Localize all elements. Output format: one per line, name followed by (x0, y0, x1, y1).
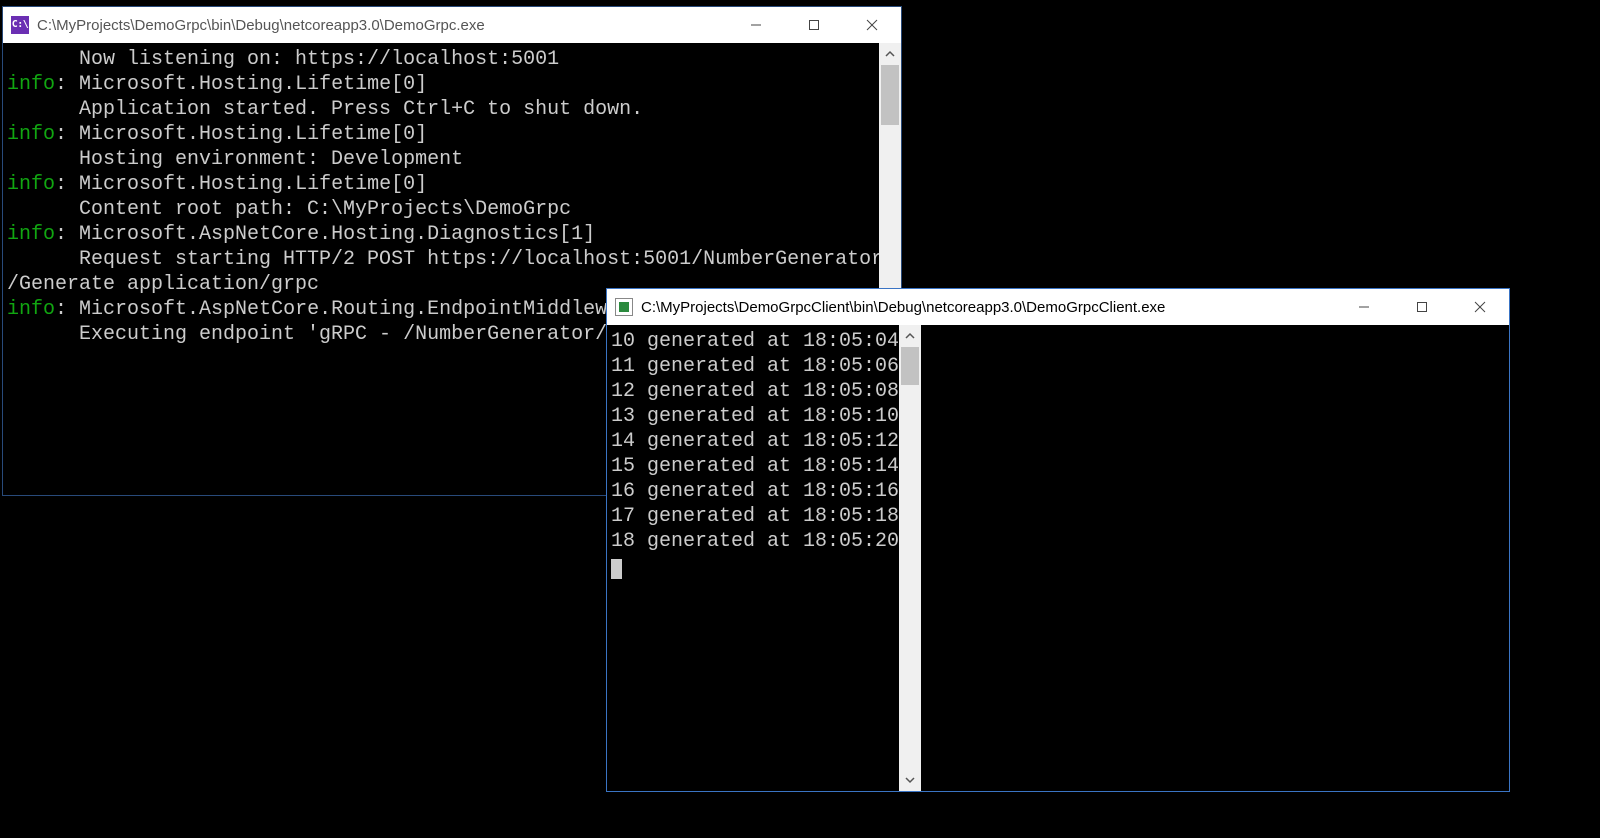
client-console-body: 10 generated at 18:05:0411 generated at … (607, 325, 921, 791)
client-console-output[interactable]: 10 generated at 18:05:0411 generated at … (607, 325, 899, 791)
console-line: Request starting HTTP/2 POST https://loc… (7, 247, 879, 272)
log-level-tag: info (7, 223, 55, 246)
console-text-span: Microsoft.Hosting.Lifetime[0] (67, 123, 427, 146)
console-line: Hosting environment: Development (7, 147, 879, 172)
client-console-window: C:\MyProjects\DemoGrpcClient\bin\Debug\n… (606, 288, 1510, 792)
console-line: Now listening on: https://localhost:5001 (7, 47, 879, 72)
log-level-tag: info (7, 298, 55, 321)
close-button[interactable] (1451, 289, 1509, 325)
console-text-span: Microsoft.Hosting.Lifetime[0] (67, 173, 427, 196)
console-text-span: Microsoft.AspNetCore.Hosting.Diagnostics… (67, 223, 595, 246)
console-line: Content root path: C:\MyProjects\DemoGrp… (7, 197, 879, 222)
console-line: info: Microsoft.Hosting.Lifetime[0] (7, 172, 879, 197)
console-line: Application started. Press Ctrl+C to shu… (7, 97, 879, 122)
console-text-span: Hosting environment: Development (7, 148, 463, 171)
maximize-button[interactable] (1393, 289, 1451, 325)
console-app-icon: C:\ (11, 16, 29, 34)
console-line: 10 generated at 18:05:04 (611, 329, 899, 354)
console-text-span: Microsoft.Hosting.Lifetime[0] (67, 73, 427, 96)
console-line: info: Microsoft.Hosting.Lifetime[0] (7, 122, 879, 147)
console-app-icon (615, 298, 633, 316)
console-line: 17 generated at 18:05:18 (611, 504, 899, 529)
scroll-up-icon[interactable] (899, 325, 921, 347)
console-line: info: Microsoft.Hosting.Lifetime[0] (7, 72, 879, 97)
client-window-title: C:\MyProjects\DemoGrpcClient\bin\Debug\n… (641, 299, 1335, 316)
log-level-tag: info (7, 173, 55, 196)
close-button[interactable] (843, 7, 901, 43)
console-text-span: Now listening on: https://localhost:5001 (7, 48, 559, 71)
console-text-span: Request starting HTTP/2 POST https://loc… (7, 248, 879, 271)
console-text-span: Content root path: C:\MyProjects\DemoGrp… (7, 198, 571, 221)
client-scrollbar[interactable] (899, 325, 921, 791)
console-line: 16 generated at 18:05:16 (611, 479, 899, 504)
minimize-button[interactable] (727, 7, 785, 43)
console-text-span: Microsoft.AspNetCore.Routing.EndpointMid… (67, 298, 619, 321)
console-line: 14 generated at 18:05:12 (611, 429, 899, 454)
console-line: info: Microsoft.AspNetCore.Hosting.Diagn… (7, 222, 879, 247)
console-text-span: /Generate application/grpc (7, 273, 319, 296)
scroll-thumb[interactable] (901, 347, 919, 385)
console-line: 13 generated at 18:05:10 (611, 404, 899, 429)
console-text-span: Executing endpoint 'gRPC - /NumberGenera… (7, 323, 619, 346)
scroll-down-icon[interactable] (899, 769, 921, 791)
console-line: 12 generated at 18:05:08 (611, 379, 899, 404)
server-titlebar[interactable]: C:\ C:\MyProjects\DemoGrpc\bin\Debug\net… (3, 7, 901, 43)
minimize-button[interactable] (1335, 289, 1393, 325)
server-window-title: C:\MyProjects\DemoGrpc\bin\Debug\netcore… (37, 17, 727, 34)
text-cursor (611, 554, 899, 579)
client-window-controls (1335, 289, 1509, 325)
console-line: 15 generated at 18:05:14 (611, 454, 899, 479)
console-text-span: Application started. Press Ctrl+C to shu… (7, 98, 643, 121)
client-titlebar[interactable]: C:\MyProjects\DemoGrpcClient\bin\Debug\n… (607, 289, 1509, 325)
server-window-controls (727, 7, 901, 43)
console-line: 11 generated at 18:05:06 (611, 354, 899, 379)
log-level-tag: info (7, 73, 55, 96)
scroll-thumb[interactable] (881, 65, 899, 125)
log-level-tag: info (7, 123, 55, 146)
console-line: 18 generated at 18:05:20 (611, 529, 899, 554)
scroll-up-icon[interactable] (879, 43, 901, 65)
maximize-button[interactable] (785, 7, 843, 43)
